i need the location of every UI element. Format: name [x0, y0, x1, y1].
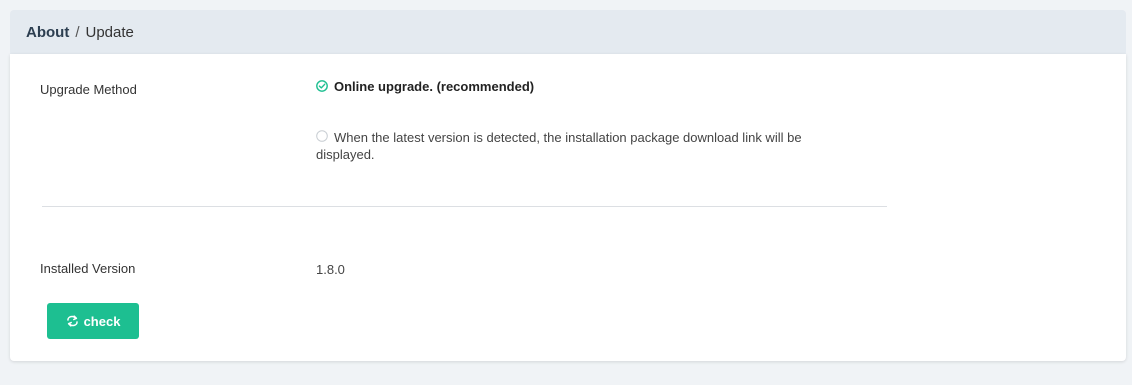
- online-upgrade-label: Online upgrade. (recommended): [334, 79, 535, 94]
- download-link-label-line2: displayed.: [316, 147, 375, 162]
- download-link-option[interactable]: When the latest version is detected, the…: [316, 129, 896, 163]
- check-button[interactable]: check: [47, 303, 139, 339]
- section-divider: [42, 206, 887, 207]
- download-link-label: When the latest version is detected, the…: [316, 129, 802, 163]
- breadcrumb: About / Update: [10, 10, 1126, 54]
- check-button-label: check: [83, 313, 121, 329]
- online-upgrade-option[interactable]: Online upgrade. (recommended): [316, 79, 534, 94]
- update-card: Upgrade Method Online upgrade. (recommen…: [10, 54, 1126, 361]
- breadcrumb-separator: /: [75, 23, 80, 41]
- installed-version-value: 1.8.0: [316, 262, 345, 277]
- check-circle-icon: [316, 80, 328, 92]
- radio-empty-icon: [316, 130, 328, 142]
- breadcrumb-about[interactable]: About: [26, 24, 69, 41]
- breadcrumb-update: Update: [85, 23, 134, 41]
- update-page: About / Update Upgrade Method Online upg…: [0, 0, 1132, 385]
- installed-version-label: Installed Version: [40, 261, 136, 276]
- refresh-arrows-icon: [66, 315, 79, 327]
- download-link-label-line1: When the latest version is detected, the…: [334, 130, 802, 145]
- upgrade-method-label: Upgrade Method: [40, 82, 137, 97]
